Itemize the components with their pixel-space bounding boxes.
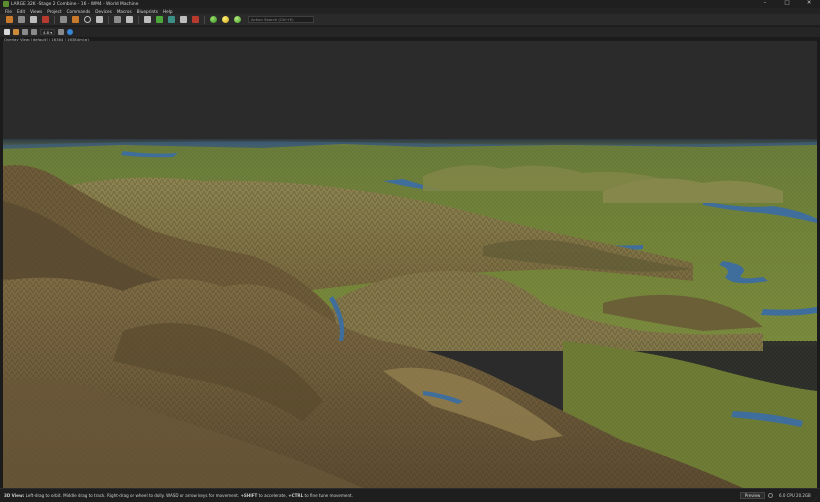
- menu-file[interactable]: File: [5, 9, 12, 14]
- menu-edit[interactable]: Edit: [17, 9, 25, 14]
- shift-text: to accelerate,: [257, 493, 289, 498]
- menu-project[interactable]: Project: [47, 9, 61, 14]
- minimize-button[interactable]: –: [754, 0, 776, 8]
- file-output-icon[interactable]: [72, 16, 79, 23]
- action-search-input[interactable]: [251, 17, 313, 22]
- toolbar-separator: [54, 15, 55, 24]
- view-2d-icon[interactable]: [144, 16, 151, 23]
- view-terrain-icon[interactable]: [156, 16, 163, 23]
- menu-help[interactable]: Help: [163, 9, 173, 14]
- terrain-3d-viewport[interactable]: [3, 41, 817, 488]
- grid-view-icon[interactable]: [126, 16, 133, 23]
- normal-build-icon[interactable]: [60, 16, 67, 23]
- ctrl-key-label: +CTRL: [288, 493, 304, 498]
- save-project-icon[interactable]: [30, 16, 37, 23]
- shift-key-label: +SHIFT: [240, 493, 258, 498]
- render-settings-icon[interactable]: [22, 29, 28, 35]
- maximize-button[interactable]: □: [776, 0, 798, 8]
- terrain-render: [3, 41, 817, 488]
- menu-macros[interactable]: Macros: [117, 9, 132, 14]
- world-machine-logo-icon: [3, 1, 9, 7]
- close-button[interactable]: ✕: [798, 0, 820, 8]
- settings-icon[interactable]: [58, 29, 65, 35]
- status-indicator-icon: [768, 493, 773, 498]
- toolbar-separator: [204, 15, 205, 24]
- cpu-memory-readout: 6.0 CPU 20.2GB: [779, 493, 811, 498]
- view-label: 3D View:: [4, 493, 25, 498]
- help-text: Left-drag to orbit. Middle drag to track…: [24, 493, 241, 498]
- navigation-help-text: 3D View: Left-drag to orbit. Middle drag…: [4, 493, 353, 498]
- window-title: LARGE 32K -Stage 2 Combine - 16 - WM4 - …: [11, 1, 139, 7]
- camera-icon[interactable]: [4, 29, 10, 35]
- view-mode-select[interactable]: 4.8 ▾: [40, 29, 56, 35]
- menu-blueprints[interactable]: Blueprints: [137, 9, 158, 14]
- preview-button[interactable]: Preview: [740, 492, 765, 499]
- build-preview-globe-icon[interactable]: [222, 16, 229, 23]
- open-project-icon[interactable]: [18, 16, 25, 23]
- target-icon[interactable]: [84, 16, 91, 23]
- explorer-icon[interactable]: [96, 16, 103, 23]
- new-project-icon[interactable]: [6, 16, 13, 23]
- menu-commands[interactable]: Commands: [67, 9, 91, 14]
- action-search-box[interactable]: [248, 16, 314, 23]
- status-bar: 3D View: Left-drag to orbit. Middle drag…: [0, 488, 820, 502]
- ctrl-text: to fine tune movement.: [303, 493, 353, 498]
- window-controls: – □ ✕: [754, 0, 820, 8]
- main-toolbar: [0, 14, 820, 26]
- view-texture-icon[interactable]: [180, 16, 187, 23]
- title-bar: LARGE 32K -Stage 2 Combine - 16 - WM4 - …: [0, 0, 820, 8]
- resize-grip-icon[interactable]: ⋰: [813, 496, 817, 501]
- view-toolbar: 4.8 ▾: [0, 27, 820, 37]
- build-globe-icon[interactable]: [210, 16, 217, 23]
- sky: [3, 41, 817, 141]
- pin-icon[interactable]: [31, 29, 37, 35]
- menu-devices[interactable]: Devices: [95, 9, 112, 14]
- menu-views[interactable]: Views: [30, 9, 42, 14]
- info-icon[interactable]: [67, 29, 74, 35]
- toolbar-separator: [108, 15, 109, 24]
- view-water-icon[interactable]: [168, 16, 175, 23]
- stop-build-icon[interactable]: [42, 16, 49, 23]
- build-full-globe-icon[interactable]: [234, 16, 241, 23]
- view-color-icon[interactable]: [192, 16, 199, 23]
- toolbar-separator: [138, 15, 139, 24]
- view-mode-value: 4.8: [43, 29, 50, 35]
- layout-view-icon[interactable]: [114, 16, 121, 23]
- lighting-icon[interactable]: [13, 29, 19, 35]
